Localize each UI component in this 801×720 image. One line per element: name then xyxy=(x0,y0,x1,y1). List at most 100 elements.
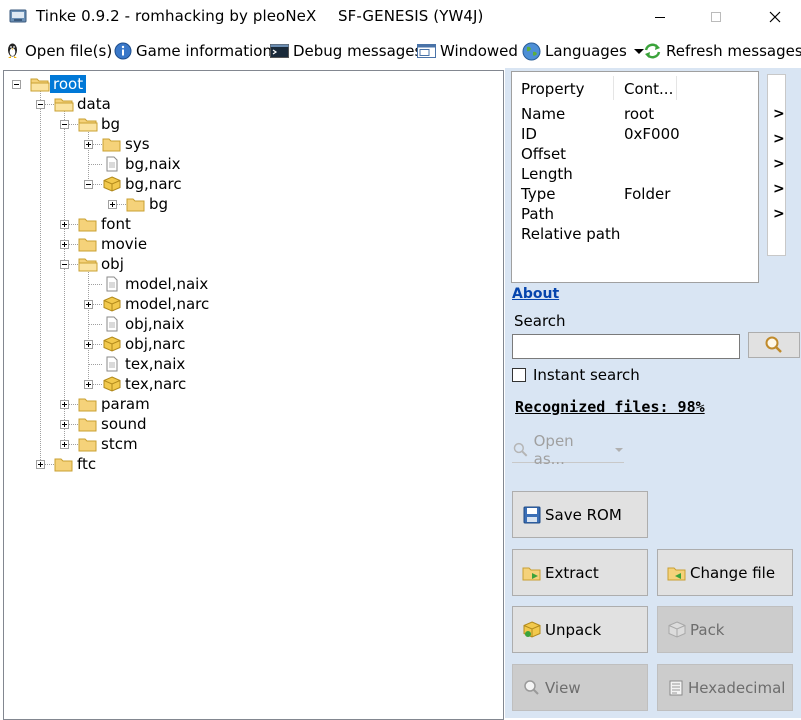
expand-sound-toggle[interactable] xyxy=(60,420,69,429)
pack-button[interactable]: Pack xyxy=(657,606,793,653)
expand-param-toggle[interactable] xyxy=(60,400,69,409)
property-row: Length xyxy=(521,165,624,185)
tree-node-obj-narc[interactable]: obj,narc xyxy=(102,334,188,354)
close-icon xyxy=(769,11,781,23)
expand-font-toggle[interactable] xyxy=(60,220,69,229)
floppy-disk-icon xyxy=(523,506,541,523)
tree-node-root[interactable]: root xyxy=(30,74,87,94)
change-file-button[interactable]: Change file xyxy=(657,549,793,596)
languages-label: Languages xyxy=(545,42,627,60)
arrow-button[interactable]: > xyxy=(773,181,785,197)
content-column-header[interactable]: Cont... xyxy=(624,80,673,100)
debug-messages-label: Debug messages xyxy=(293,42,423,60)
collapse-bg-toggle[interactable] xyxy=(60,120,69,129)
expand-stcm-toggle[interactable] xyxy=(60,440,69,449)
collapse-obj-toggle[interactable] xyxy=(60,260,69,269)
nav-arrows: > > > > > xyxy=(767,74,786,256)
view-button[interactable]: View xyxy=(512,664,648,711)
properties-list[interactable]: Property Cont... Name root ID 0xF000 Offse… xyxy=(511,71,759,283)
property-key: Type xyxy=(521,185,556,203)
window-icon xyxy=(417,44,436,58)
tree-node-obj[interactable]: obj xyxy=(78,254,127,274)
tree-node-bg-inner[interactable]: bg xyxy=(126,194,171,214)
tree-node-label: ftc xyxy=(77,455,97,473)
tree-node-model-narc[interactable]: model,narc xyxy=(102,294,212,314)
tree-line xyxy=(40,89,41,464)
property-row: Relative path xyxy=(521,225,620,245)
instant-search-option[interactable]: Instant search xyxy=(512,366,640,384)
window-title: Tinke 0.9.2 - romhacking by pleoNeX xyxy=(36,7,317,25)
tree-node-label: bg,narc xyxy=(125,175,182,193)
recognized-files-text: Recognized files: 98% xyxy=(515,398,705,416)
collapse-bg-narc-toggle[interactable] xyxy=(84,180,93,189)
tree-node-tex-naix[interactable]: tex,naix xyxy=(102,354,188,374)
tree-node-sys[interactable]: sys xyxy=(102,134,153,154)
about-link[interactable]: About xyxy=(512,286,559,302)
expand-sys-toggle[interactable] xyxy=(84,140,93,149)
search-input[interactable] xyxy=(512,334,740,359)
languages-button[interactable]: Languages xyxy=(522,40,649,62)
tree-node-bg-narc[interactable]: bg,narc xyxy=(102,174,185,194)
tree-node-stcm[interactable]: stcm xyxy=(78,434,141,454)
expand-ftc-toggle[interactable] xyxy=(36,460,45,469)
linux-tux-icon xyxy=(8,43,17,58)
windowed-button[interactable]: Windowed xyxy=(417,40,518,62)
arrow-button[interactable]: > xyxy=(773,106,785,122)
game-info-button[interactable]: Game information xyxy=(114,40,272,62)
folder-open-icon xyxy=(30,78,50,92)
tree-node-model-naix[interactable]: model,naix xyxy=(102,274,211,294)
minimize-button[interactable] xyxy=(637,0,683,34)
refresh-messages-button[interactable]: Refresh messages xyxy=(643,40,801,62)
property-key: Relative path xyxy=(521,225,621,243)
tree-node-bg[interactable]: bg xyxy=(78,114,123,134)
hexadecimal-button[interactable]: Hexadecimal xyxy=(657,664,793,711)
instant-search-checkbox[interactable] xyxy=(512,368,526,382)
expand-movie-toggle[interactable] xyxy=(60,240,69,249)
property-column-header[interactable]: Property xyxy=(521,80,624,100)
open-as-dropdown[interactable]: Open as... xyxy=(512,432,624,468)
debug-messages-button[interactable]: Debug messages xyxy=(270,40,422,62)
expand-model-narc-toggle[interactable] xyxy=(84,300,93,309)
game-title: SF-GENESIS (YW4J) xyxy=(338,7,484,25)
tree-node-label: sound xyxy=(101,415,147,433)
tree-node-tex-narc[interactable]: tex,narc xyxy=(102,374,189,394)
maximize-icon xyxy=(711,12,721,22)
tree-node-label: param xyxy=(101,395,150,413)
unpack-button[interactable]: Unpack xyxy=(512,606,648,653)
expand-obj-narc-toggle[interactable] xyxy=(84,340,93,349)
tree-node-data[interactable]: data xyxy=(54,94,114,114)
collapse-root-toggle[interactable] xyxy=(12,80,21,89)
close-button[interactable] xyxy=(752,0,798,34)
extract-button[interactable]: Extract xyxy=(512,549,648,596)
package-icon xyxy=(523,620,541,638)
arrow-button[interactable]: > xyxy=(773,206,785,222)
save-rom-button[interactable]: Save ROM xyxy=(512,491,648,538)
minimize-icon xyxy=(655,17,665,18)
maximize-button[interactable] xyxy=(693,0,739,34)
tree-node-bg-naix[interactable]: bg,naix xyxy=(102,154,184,174)
arrow-button[interactable]: > xyxy=(773,131,785,147)
arrow-button[interactable]: > xyxy=(773,156,785,172)
tree-node-label: movie xyxy=(101,235,148,253)
extract-label: Extract xyxy=(545,563,599,582)
tree-node-ftc[interactable]: ftc xyxy=(54,454,99,474)
tree-node-obj-naix[interactable]: obj,naix xyxy=(102,314,187,334)
tree-node-font[interactable]: font xyxy=(78,214,134,234)
collapse-data-toggle[interactable] xyxy=(36,100,45,109)
console-icon xyxy=(270,44,289,58)
expand-bg-inner-toggle[interactable] xyxy=(108,200,117,209)
file-tree[interactable]: root data bg sys bg,naix bg,narc bg font… xyxy=(3,70,504,720)
expand-tex-narc-toggle[interactable] xyxy=(84,380,93,389)
property-row: Path xyxy=(521,205,624,225)
column-divider xyxy=(613,76,614,100)
tree-node-param[interactable]: param xyxy=(78,394,153,414)
tree-node-sound[interactable]: sound xyxy=(78,414,150,434)
tree-node-movie[interactable]: movie xyxy=(78,234,150,254)
package-icon xyxy=(103,176,121,192)
tree-node-label: sys xyxy=(125,135,150,153)
search-button[interactable] xyxy=(748,332,800,358)
open-files-button[interactable]: Open file(s) xyxy=(4,40,112,62)
tree-node-label: model,naix xyxy=(125,275,209,293)
open-files-label: Open file(s) xyxy=(25,42,113,60)
property-value: 0xF000 xyxy=(624,125,680,143)
